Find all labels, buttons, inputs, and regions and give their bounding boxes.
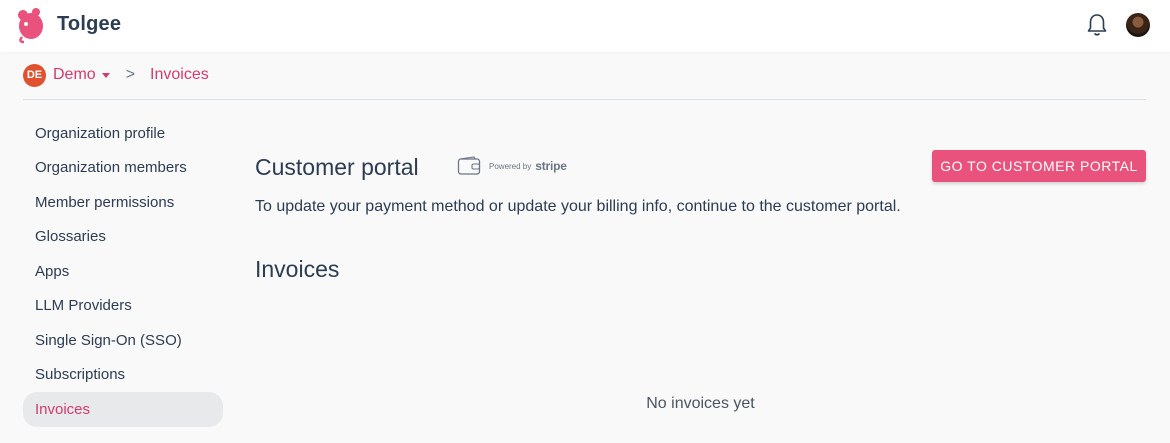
sidebar-item-invoices[interactable]: Invoices (23, 392, 223, 427)
sidebar-item-llm-providers[interactable]: LLM Providers (23, 289, 223, 324)
sidebar-item-sso[interactable]: Single Sign-On (SSO) (23, 323, 223, 358)
empty-invoices-message: No invoices yet (646, 395, 755, 412)
breadcrumb: DE Demo > Invoices (23, 63, 209, 87)
breadcrumb-separator: > (125, 66, 136, 83)
sidebar-item-subscriptions[interactable]: Subscriptions (23, 358, 223, 393)
sidebar-item-organization-profile[interactable]: Organization profile (23, 116, 223, 151)
caret-down-icon[interactable] (101, 73, 110, 78)
brand-name[interactable]: Tolgee (57, 13, 121, 36)
wallet-icon (457, 156, 481, 175)
settings-sidebar: Organization profile Organization member… (23, 116, 223, 427)
powered-by-stripe-badge: Powered by stripe (457, 156, 567, 176)
sidebar-item-member-permissions[interactable]: Member permissions (23, 185, 223, 220)
portal-description: To update your payment method or update … (255, 198, 901, 215)
sidebar-item-organization-members[interactable]: Organization members (23, 151, 223, 186)
stripe-wordmark: stripe (535, 159, 567, 173)
bell-icon[interactable] (1086, 13, 1108, 37)
user-avatar[interactable] (1126, 13, 1150, 37)
customer-portal-title: Customer portal (255, 154, 419, 180)
sidebar-item-apps[interactable]: Apps (23, 254, 223, 289)
sidebar-item-glossaries[interactable]: Glossaries (23, 220, 223, 255)
invoices-title: Invoices (255, 256, 340, 282)
org-avatar[interactable]: DE (23, 63, 46, 87)
top-bar: Tolgee (0, 0, 1170, 52)
powered-by-label: Powered by (489, 161, 532, 171)
breadcrumb-divider (23, 99, 1146, 100)
go-to-customer-portal-button[interactable]: GO TO CUSTOMER PORTAL (932, 150, 1146, 182)
org-switcher[interactable]: Demo (53, 66, 96, 84)
tolgee-logo-icon[interactable] (14, 6, 48, 44)
breadcrumb-current[interactable]: Invoices (150, 66, 209, 84)
